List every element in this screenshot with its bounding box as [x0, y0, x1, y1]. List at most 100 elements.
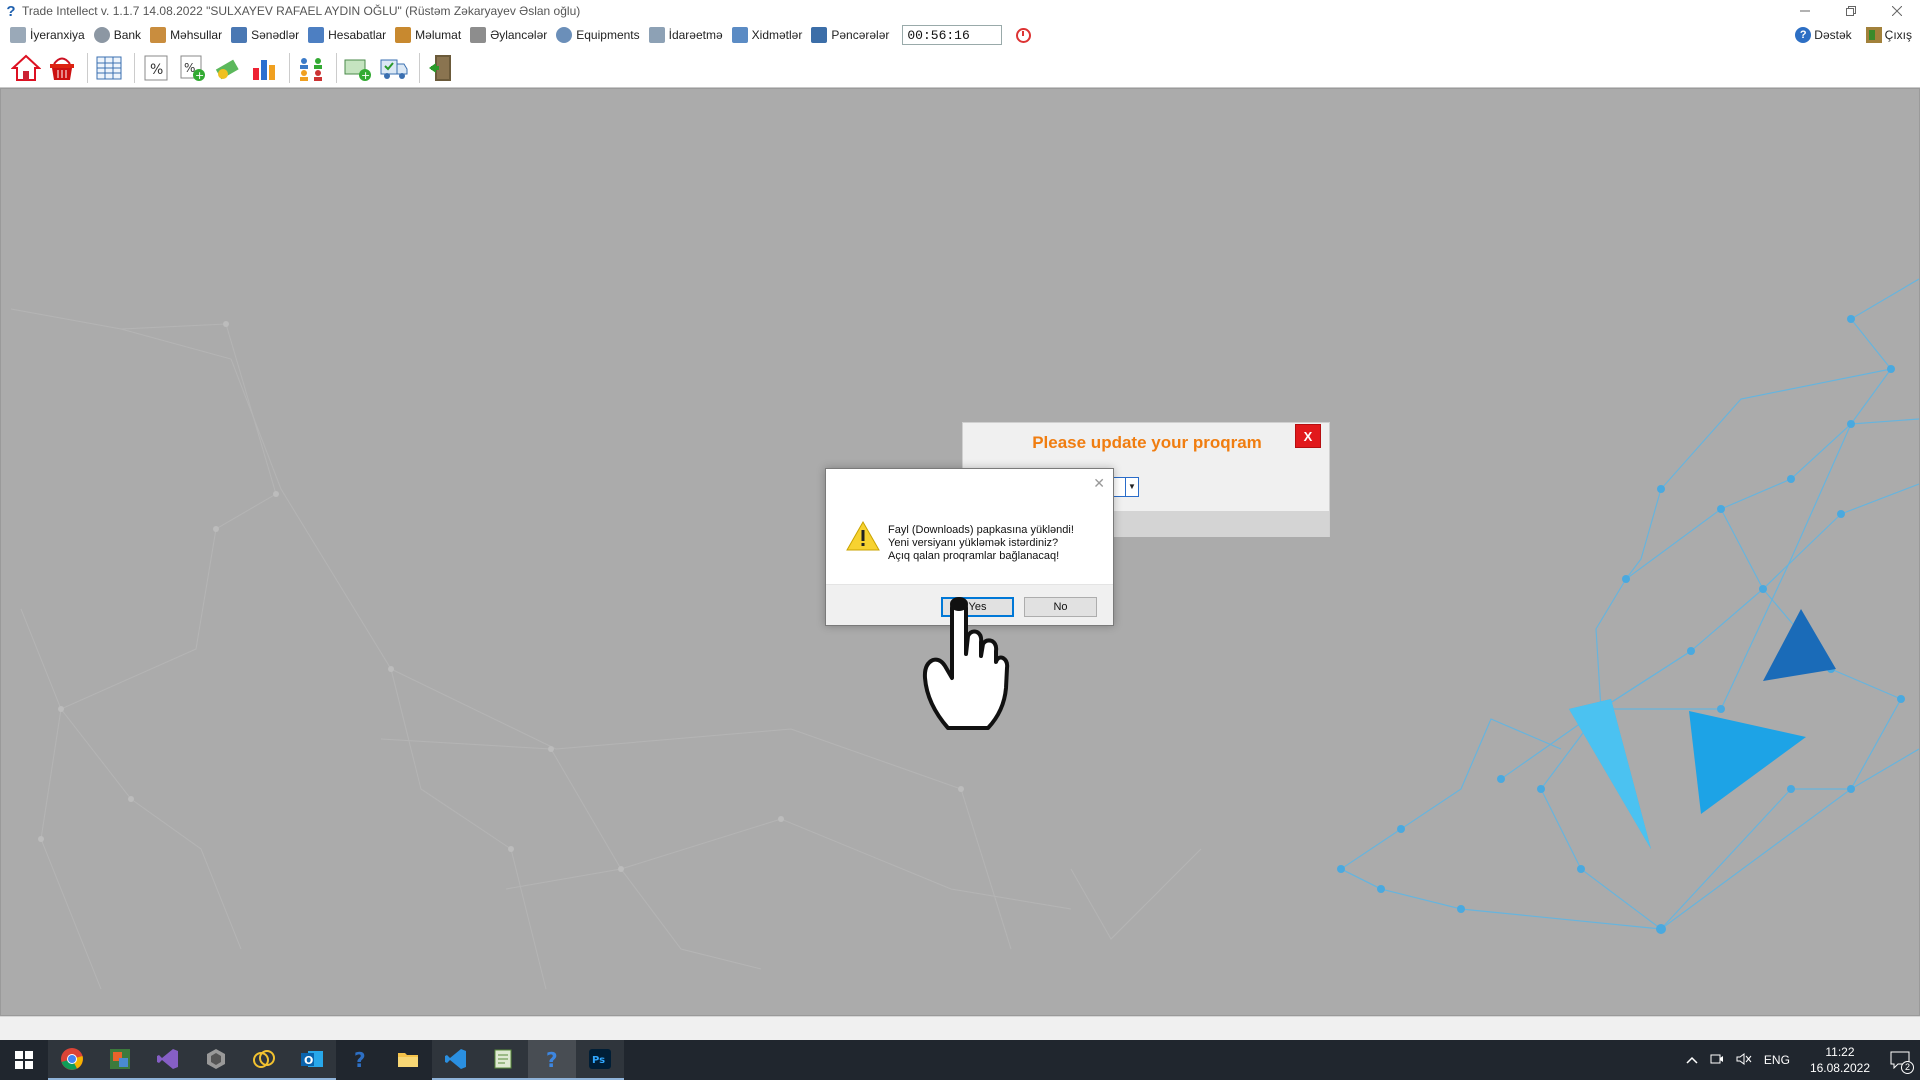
- toolbar-separator: [336, 52, 337, 83]
- management-icon: [648, 27, 665, 43]
- msgbox-line: Yeni versiyanı yükləmək istərdiniz?: [888, 537, 1059, 549]
- outlook-icon[interactable]: O: [288, 1040, 336, 1080]
- chrome-icon[interactable]: [48, 1040, 96, 1080]
- menu-equipments[interactable]: Equipments: [554, 24, 646, 46]
- services-icon: [731, 27, 748, 43]
- taskbar-clock[interactable]: 11:22 16.08.2022: [1810, 1044, 1870, 1076]
- money-icon[interactable]: [212, 52, 244, 84]
- toolbar: % % + +: [0, 48, 1920, 88]
- toolbar-separator: [289, 52, 290, 83]
- notepad-icon[interactable]: [480, 1040, 528, 1080]
- msgbox-line: Fayl (Downloads) papkasına yükləndi!: [888, 524, 1074, 536]
- app-window: ? Trade Intellect v. 1.1.7 14.08.2022 "S…: [0, 0, 1920, 1080]
- speaker-muted-icon[interactable]: [1736, 1052, 1752, 1069]
- menu-label: Hesabatlar: [328, 28, 387, 42]
- title-bar: ? Trade Intellect v. 1.1.7 14.08.2022 "S…: [0, 0, 1920, 22]
- update-close-button[interactable]: X: [1295, 424, 1321, 448]
- menu-label: Pəncərələr: [831, 28, 890, 42]
- vscode-icon[interactable]: [432, 1040, 480, 1080]
- msgbox-line: Açıq qalan proqramlar bağlanacaq!: [888, 550, 1060, 562]
- exit-door-icon[interactable]: [425, 52, 457, 84]
- info-icon: [395, 27, 412, 43]
- menu-services[interactable]: Xidmətlər: [730, 24, 810, 46]
- clock-date: 16.08.2022: [1809, 1061, 1870, 1075]
- toolbar-separator: [419, 52, 420, 83]
- visual-studio-icon[interactable]: [144, 1040, 192, 1080]
- menu-reports[interactable]: Hesabatlar: [306, 24, 393, 46]
- app-icon[interactable]: [96, 1040, 144, 1080]
- alarm-clock-icon[interactable]: [1016, 27, 1032, 43]
- home-icon[interactable]: [10, 52, 42, 84]
- toolbar-separator: [87, 52, 88, 83]
- windows-icon: [811, 27, 828, 43]
- svg-text:Ps: Ps: [592, 1055, 605, 1066]
- exit-button[interactable]: Çıxış: [1865, 27, 1912, 43]
- menu-label: Məlumat: [415, 28, 462, 42]
- svg-text:%: %: [150, 62, 163, 78]
- menu-label: İdarəetmə: [668, 28, 723, 42]
- clock-time: 11:22: [1825, 1045, 1855, 1059]
- close-icon[interactable]: [1874, 0, 1920, 22]
- windows-start-icon[interactable]: [0, 1040, 48, 1080]
- hand-pointer-icon: [915, 596, 1010, 736]
- svg-text:O: O: [304, 1054, 313, 1067]
- menu-label: Sənədlər: [251, 28, 300, 42]
- menu-management[interactable]: İdarəetmə: [647, 24, 730, 46]
- percent-add-icon[interactable]: % +: [176, 52, 208, 84]
- cash-add-icon[interactable]: +: [342, 52, 374, 84]
- menu-games[interactable]: Əylancələr: [468, 24, 554, 46]
- documents-icon: [231, 27, 248, 43]
- menu-bar: İyeranxiya Bank Məhsullar Sənədlər Hesab…: [0, 22, 1920, 48]
- menu-products[interactable]: Məhsullar: [148, 24, 229, 46]
- grid-icon[interactable]: [93, 52, 125, 84]
- sync-icon[interactable]: [240, 1040, 288, 1080]
- menu-right: ? Dəstək Çıxış: [1795, 22, 1912, 48]
- chevron-up-icon[interactable]: [1686, 1053, 1698, 1067]
- session-timer: 00:56:16: [902, 25, 1003, 45]
- notification-center-icon[interactable]: 2: [1880, 1040, 1920, 1080]
- msgbox-close-icon[interactable]: ✕: [1093, 475, 1105, 492]
- menu-bank[interactable]: Bank: [92, 24, 148, 46]
- svg-text:+: +: [195, 69, 204, 82]
- percent-icon[interactable]: %: [140, 52, 172, 84]
- menu-label: Məhsullar: [170, 28, 223, 42]
- taskbar: O ? ? Ps ENG 11:22 16.08.2022 2: [0, 1040, 1920, 1080]
- meet-now-icon[interactable]: [1710, 1052, 1724, 1069]
- svg-text:+: +: [361, 69, 370, 82]
- support-button[interactable]: ? Dəstək: [1795, 27, 1852, 43]
- warning-icon: [846, 520, 880, 556]
- photoshop-icon[interactable]: Ps: [576, 1040, 624, 1080]
- app-help-icon: ?: [6, 2, 16, 20]
- hierarchy-icon: [10, 27, 26, 43]
- menu-label: Bank: [113, 28, 142, 42]
- toolbar-separator: [134, 52, 135, 83]
- help-circle-icon: ?: [1795, 27, 1812, 43]
- basket-icon[interactable]: [46, 52, 78, 84]
- notification-count: 2: [1901, 1061, 1914, 1074]
- restore-icon[interactable]: [1828, 0, 1874, 22]
- svg-text:?: ?: [354, 1048, 366, 1071]
- menu-documents[interactable]: Sənədlər: [229, 24, 306, 46]
- menu-windows[interactable]: Pəncərələr: [809, 24, 896, 46]
- help-icon-active[interactable]: ?: [528, 1040, 576, 1080]
- window-title: Trade Intellect v. 1.1.7 14.08.2022 "SUL…: [22, 4, 581, 18]
- chart-icon[interactable]: [248, 52, 280, 84]
- menu-label: Xidmətlər: [751, 28, 803, 42]
- support-label: Dəstək: [1814, 28, 1852, 42]
- file-explorer-icon[interactable]: [384, 1040, 432, 1080]
- toolbox-icon[interactable]: [192, 1040, 240, 1080]
- menu-label: Equipments: [576, 28, 640, 42]
- users-icon[interactable]: [295, 52, 327, 84]
- exit-icon: [1865, 27, 1882, 43]
- system-tray: ENG 11:22 16.08.2022 2: [1680, 1040, 1920, 1080]
- msgbox-text: Fayl (Downloads) papkasına yükləndi! Yen…: [888, 524, 1074, 563]
- menu-info[interactable]: Məlumat: [393, 24, 468, 46]
- minimize-icon[interactable]: [1782, 0, 1828, 22]
- no-button[interactable]: No: [1024, 597, 1097, 617]
- truck-icon[interactable]: [378, 52, 410, 84]
- menu-label: Əylancələr: [490, 28, 548, 42]
- help-icon[interactable]: ?: [336, 1040, 384, 1080]
- chevron-down-icon[interactable]: ▼: [1125, 478, 1138, 496]
- menu-hierarchy[interactable]: İyeranxiya: [8, 24, 92, 46]
- language-indicator[interactable]: ENG: [1764, 1053, 1790, 1067]
